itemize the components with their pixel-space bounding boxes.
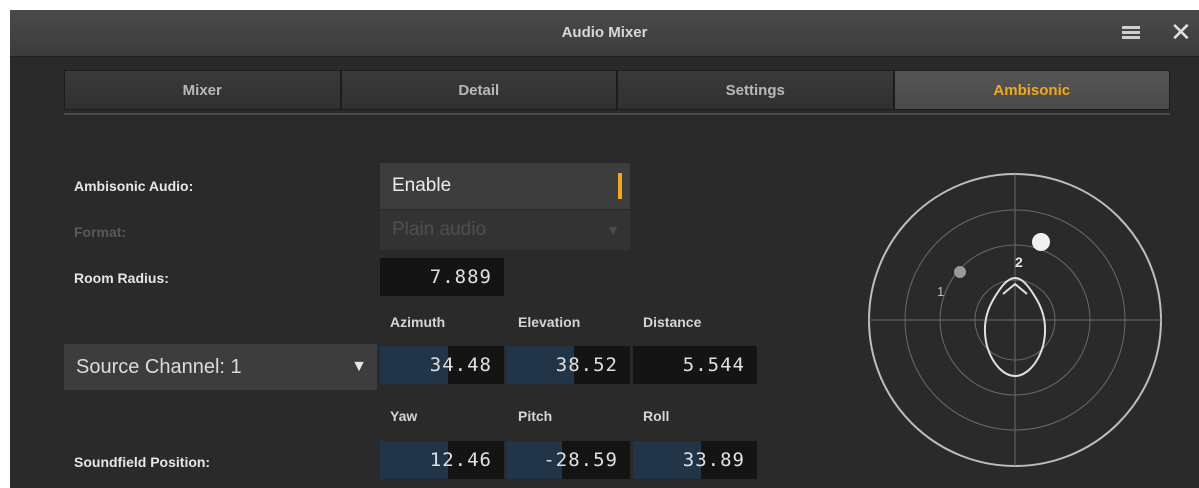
pitch-header: Pitch — [518, 408, 553, 424]
hamburger-menu-icon[interactable] — [1122, 26, 1140, 40]
enable-indicator — [618, 173, 622, 199]
source-channel-select[interactable]: Source Channel: 1 ▼ — [64, 344, 377, 390]
roll-field[interactable]: 33.89 — [633, 441, 757, 479]
tab-bar: Mixer Detail Settings Ambisonic — [64, 70, 1170, 112]
format-value: Plain audio — [392, 219, 487, 240]
distance-field[interactable]: 5.544 — [633, 346, 757, 384]
room-radius-field[interactable]: 7.889 — [380, 258, 504, 296]
tab-ambisonic[interactable]: Ambisonic — [893, 70, 1170, 110]
tab-settings[interactable]: Settings — [617, 70, 894, 110]
tab-detail[interactable]: Detail — [340, 70, 617, 110]
ambisonic-audio-label: Ambisonic Audio: — [74, 178, 194, 194]
ambisonic-panner-display[interactable]: 1 2 — [865, 170, 1165, 470]
close-icon[interactable]: ✕ — [1170, 19, 1192, 45]
format-label: Format: — [74, 224, 127, 240]
source-point-2[interactable] — [1032, 233, 1050, 251]
audio-mixer-window: Audio Mixer ✕ Mixer Detail Settings Ambi… — [10, 10, 1199, 488]
azimuth-header: Azimuth — [390, 314, 446, 330]
chevron-down-icon: ▼ — [351, 358, 367, 375]
roll-header: Roll — [643, 408, 670, 424]
title-bar: Audio Mixer ✕ — [10, 10, 1199, 57]
pitch-field[interactable]: -28.59 — [506, 441, 630, 479]
tab-mixer[interactable]: Mixer — [64, 70, 341, 110]
source-label-1: 1 — [937, 284, 944, 299]
ambisonic-enable-toggle[interactable]: Enable — [380, 163, 630, 209]
source-point-1[interactable] — [954, 266, 966, 278]
soundfield-position-label: Soundfield Position: — [74, 454, 211, 470]
azimuth-field[interactable]: 34.48 — [380, 346, 504, 384]
yaw-header: Yaw — [390, 408, 418, 424]
ambisonic-enable-value: Enable — [392, 175, 452, 196]
elevation-header: Elevation — [518, 314, 581, 330]
source-label-2: 2 — [1015, 254, 1023, 270]
yaw-field[interactable]: 12.46 — [380, 441, 504, 479]
format-select[interactable]: Plain audio ▼ — [380, 210, 630, 250]
tab-divider — [64, 113, 1170, 115]
elevation-field[interactable]: 38.52 — [506, 346, 630, 384]
room-radius-label: Room Radius: — [74, 270, 169, 286]
chevron-down-icon: ▼ — [606, 222, 620, 238]
window-title: Audio Mixer — [561, 24, 648, 41]
source-channel-value: Source Channel: 1 — [76, 356, 242, 378]
distance-header: Distance — [643, 314, 702, 330]
